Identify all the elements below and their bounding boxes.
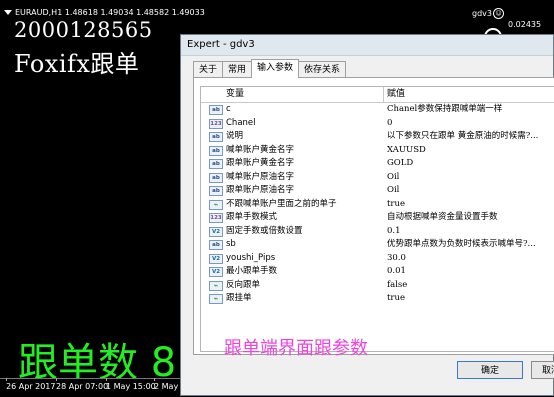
- string-param-icon: ab: [209, 105, 223, 115]
- tab-dependencies[interactable]: 依存关系: [298, 61, 347, 78]
- param-variable: 最小跟单手数: [226, 266, 278, 276]
- double-param-icon: V2: [209, 226, 223, 237]
- tab-inputs[interactable]: 输入参数: [251, 59, 300, 78]
- param-variable: 喊单账户原油名字: [226, 171, 295, 182]
- table-row[interactable]: V2 最小跟单手数 0.01: [201, 265, 554, 279]
- cancel-button[interactable]: 取消: [531, 361, 554, 379]
- param-variable: 跟挂单: [226, 293, 252, 303]
- chart-header: EURAUD,H1 1.48618 1.49034 1.48582 1.4903…: [4, 8, 205, 17]
- tab-about[interactable]: 关于: [193, 61, 224, 78]
- price-label: 0.02435: [508, 20, 542, 29]
- param-value[interactable]: 30.0: [387, 252, 406, 266]
- string-param-icon: ab: [209, 240, 223, 250]
- param-value[interactable]: Oil: [387, 184, 399, 198]
- param-variable: 反向跟单: [226, 279, 261, 290]
- table-row[interactable]: ⌁ 不跟喊单账户里面之前的单子 true: [201, 198, 554, 212]
- bool-param-icon: ⌁: [209, 294, 223, 304]
- param-value[interactable]: false: [387, 279, 407, 293]
- smiley-icon: ☺: [492, 8, 504, 19]
- param-value[interactable]: true: [387, 292, 405, 306]
- table-row[interactable]: ab 说明 以下参数只在跟单 黄金原油的时候需?...: [201, 130, 554, 144]
- column-value[interactable]: 赋值: [387, 87, 405, 102]
- bool-param-icon: ⌁: [209, 280, 223, 291]
- double-param-icon: V2: [209, 267, 223, 277]
- param-variable: 喊单账户黄金名字: [226, 144, 295, 155]
- param-variable: Chanel: [226, 117, 256, 128]
- table-row[interactable]: ⌁ 反向跟单 false: [201, 279, 554, 293]
- tab-common[interactable]: 常用: [222, 61, 253, 78]
- param-value[interactable]: GOLD: [387, 157, 413, 171]
- column-variable[interactable]: 变量: [226, 87, 244, 102]
- table-row[interactable]: 123 Chanel 0: [201, 117, 554, 131]
- param-value[interactable]: true: [387, 198, 405, 212]
- table-row[interactable]: ab 跟单账户黄金名字 GOLD: [201, 157, 554, 171]
- double-param-icon: V2: [209, 253, 223, 264]
- table-row[interactable]: 123 跟单手数模式 自动根据喊单资金量设置手数: [201, 211, 554, 225]
- overlay-caption: 跟单端界面跟参数: [224, 338, 368, 359]
- integer-param-icon: 123: [209, 213, 223, 223]
- table-body: ab c Chanel参数保持跟喊单端一样 123 Chanel 0 ab 说明 以下参数只在跟…: [201, 103, 554, 306]
- table-row[interactable]: ⌁ 跟挂单 true: [201, 292, 554, 306]
- bool-param-icon: ⌁: [209, 199, 223, 210]
- expert-name-label: gdv3 ☺: [472, 8, 504, 19]
- param-variable: 跟单账户原油名字: [226, 185, 295, 195]
- table-row[interactable]: ab 喊单账户黄金名字 XAUUSD: [201, 144, 554, 158]
- param-value[interactable]: XAUUSD: [387, 144, 426, 158]
- param-variable: youshi_Pips: [226, 252, 276, 263]
- param-variable: 跟单手数模式: [226, 212, 278, 222]
- table-row[interactable]: V2 固定手数或倍数设置 0.1: [201, 225, 554, 239]
- table-row[interactable]: ab 喊单账户原油名字 Oil: [201, 171, 554, 185]
- param-variable: 跟单账户黄金名字: [226, 158, 295, 168]
- param-value[interactable]: 优势跟单点数为负数时候表示喊单号?...: [387, 238, 536, 252]
- table-row[interactable]: V2 youshi_Pips 30.0: [201, 252, 554, 266]
- time-tick: 26 Apr 2017: [6, 378, 56, 391]
- brand-label: Foxifx跟单: [14, 50, 140, 78]
- expert-name: gdv3: [472, 9, 492, 18]
- param-value[interactable]: 自动根据喊单资金量设置手数: [387, 211, 498, 225]
- dialog-title[interactable]: Expert - gdv3: [181, 35, 553, 56]
- param-variable: sb: [226, 239, 236, 249]
- param-variable: 固定手数或倍数设置: [226, 225, 303, 236]
- table-header: 变量 赋值: [201, 87, 554, 103]
- string-param-icon: ab: [209, 145, 223, 156]
- param-value[interactable]: 0.1: [387, 225, 401, 239]
- integer-param-icon: 123: [209, 118, 223, 129]
- parameters-table: 变量 赋值 ab c Chanel参数保持跟喊单端一样 123 Chanel 0 ab 说明以…: [200, 86, 554, 352]
- dialog-tabs: 关于 常用 输入参数 依存关系: [193, 59, 347, 78]
- inputs-panel: 变量 赋值 ab c Chanel参数保持跟喊单端一样 123 Chanel 0 ab 说明以…: [193, 77, 554, 355]
- param-value[interactable]: Oil: [387, 171, 399, 185]
- param-value[interactable]: 以下参数只在跟单 黄金原油的时候需?...: [387, 130, 538, 144]
- ok-button[interactable]: 确定: [457, 361, 523, 379]
- chart-menu-triangle-icon[interactable]: [4, 10, 12, 15]
- param-variable: 说明: [226, 131, 244, 141]
- chart-symbol-info: EURAUD,H1 1.48618 1.49034 1.48582 1.4903…: [15, 8, 205, 17]
- time-tick: 28 Apr 07:00: [56, 378, 109, 391]
- table-row[interactable]: ab 跟单账户原油名字 Oil: [201, 184, 554, 198]
- account-number: 2000128565: [14, 18, 153, 42]
- column-divider[interactable]: [383, 87, 384, 102]
- table-row[interactable]: ab sb 优势跟单点数为负数时候表示喊单号?...: [201, 238, 554, 252]
- string-param-icon: ab: [209, 172, 223, 183]
- param-variable: 不跟喊单账户里面之前的单子: [226, 198, 337, 209]
- param-value[interactable]: Chanel参数保持跟喊单端一样: [387, 103, 502, 117]
- param-value[interactable]: 0.01: [387, 265, 406, 279]
- table-row[interactable]: ab c Chanel参数保持跟喊单端一样: [201, 103, 554, 117]
- time-tick: 1 May 15:00: [106, 378, 156, 391]
- string-param-icon: ab: [209, 159, 223, 169]
- param-value[interactable]: 0: [387, 117, 392, 131]
- string-param-icon: ab: [209, 132, 223, 142]
- string-param-icon: ab: [209, 186, 223, 196]
- param-variable: c: [226, 104, 231, 114]
